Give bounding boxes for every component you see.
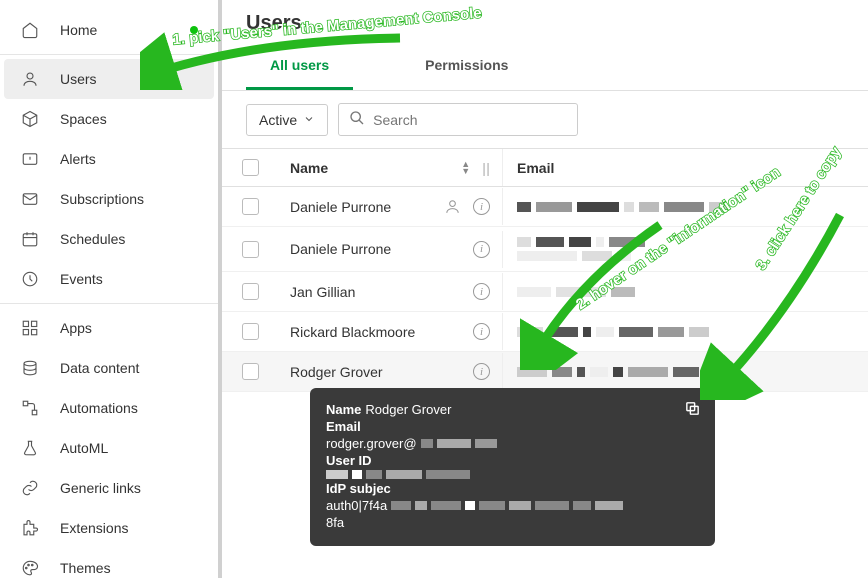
sidebar-item-label: Home bbox=[60, 22, 97, 38]
tooltip-name-value: Rodger Grover bbox=[365, 402, 451, 417]
tab-all-users[interactable]: All users bbox=[246, 43, 353, 90]
sidebar-item-spaces[interactable]: Spaces bbox=[4, 99, 214, 139]
sidebar-item-automl[interactable]: AutoML bbox=[4, 428, 214, 468]
table-row[interactable]: Daniele Purrone i bbox=[222, 227, 868, 272]
sidebar-item-label: Alerts bbox=[60, 151, 96, 167]
puzzle-icon bbox=[20, 518, 40, 538]
cube-icon bbox=[20, 109, 40, 129]
select-all-checkbox[interactable] bbox=[242, 159, 259, 176]
chevron-down-icon bbox=[303, 112, 315, 128]
sidebar-item-automations[interactable]: Automations bbox=[4, 388, 214, 428]
column-header-email[interactable]: Email bbox=[503, 149, 868, 186]
home-icon bbox=[20, 20, 40, 40]
row-checkbox[interactable] bbox=[242, 363, 259, 380]
table-row[interactable]: Rodger Grover i bbox=[222, 352, 868, 392]
email-cell bbox=[503, 227, 868, 271]
sidebar-item-data-content[interactable]: Data content bbox=[4, 348, 214, 388]
user-info-tooltip: Name Rodger Grover Email rodger.grover@ … bbox=[310, 388, 715, 546]
user-name: Daniele Purrone bbox=[290, 199, 391, 215]
toolbar: Active bbox=[222, 91, 868, 148]
sidebar-item-label: Automations bbox=[60, 400, 138, 416]
user-name: Jan Gillian bbox=[290, 284, 355, 300]
calendar-icon bbox=[20, 229, 40, 249]
row-checkbox[interactable] bbox=[242, 241, 259, 258]
email-cell bbox=[503, 317, 868, 347]
sidebar-item-events[interactable]: Events bbox=[4, 259, 214, 299]
info-icon[interactable]: i bbox=[473, 363, 490, 380]
tabs: All users Permissions bbox=[222, 43, 868, 91]
tooltip-idp-label: IdP subjec bbox=[326, 481, 391, 496]
info-icon[interactable]: i bbox=[473, 283, 490, 300]
sidebar-item-label: Apps bbox=[60, 320, 92, 336]
tooltip-name-label: Name bbox=[326, 402, 361, 417]
search-icon bbox=[349, 110, 365, 129]
sidebar: Home Users Spaces Alerts Subscriptions bbox=[0, 0, 222, 578]
tooltip-email-value: rodger.grover@ bbox=[326, 436, 417, 451]
sidebar-item-label: AutoML bbox=[60, 440, 108, 456]
sidebar-item-users[interactable]: Users bbox=[4, 59, 214, 99]
tab-permissions[interactable]: Permissions bbox=[401, 43, 532, 90]
user-name: Daniele Purrone bbox=[290, 241, 391, 257]
user-name: Rickard Blackmoore bbox=[290, 324, 415, 340]
users-table: Name ▲▼ || Email Daniele Purrone i Danie… bbox=[222, 148, 868, 392]
sidebar-item-subscriptions[interactable]: Subscriptions bbox=[4, 179, 214, 219]
sidebar-item-label: Data content bbox=[60, 360, 139, 376]
filter-label: Active bbox=[259, 112, 297, 128]
mail-icon bbox=[20, 189, 40, 209]
sidebar-item-label: Users bbox=[60, 71, 97, 87]
row-checkbox[interactable] bbox=[242, 323, 259, 340]
db-icon bbox=[20, 358, 40, 378]
sidebar-item-label: Extensions bbox=[60, 520, 128, 536]
link-icon bbox=[20, 478, 40, 498]
row-checkbox[interactable] bbox=[242, 283, 259, 300]
page-title: Users bbox=[222, 0, 868, 43]
flask-icon bbox=[20, 438, 40, 458]
sidebar-item-alerts[interactable]: Alerts bbox=[4, 139, 214, 179]
clock-icon bbox=[20, 269, 40, 289]
sidebar-item-label: Generic links bbox=[60, 480, 141, 496]
table-row[interactable]: Daniele Purrone i bbox=[222, 187, 868, 227]
sidebar-item-label: Spaces bbox=[60, 111, 107, 127]
tooltip-idp-value2: 8fa bbox=[326, 515, 344, 530]
column-header-name[interactable]: Name ▲▼ || bbox=[278, 149, 503, 186]
table-row[interactable]: Rickard Blackmoore i bbox=[222, 312, 868, 352]
copy-button[interactable] bbox=[684, 400, 701, 420]
sidebar-item-schedules[interactable]: Schedules bbox=[4, 219, 214, 259]
row-checkbox[interactable] bbox=[242, 198, 259, 215]
tooltip-idp-value: auth0|7f4a bbox=[326, 498, 387, 513]
user-name: Rodger Grover bbox=[290, 364, 383, 380]
user-icon bbox=[20, 69, 40, 89]
sort-icon: ▲▼ bbox=[461, 161, 470, 175]
email-cell bbox=[503, 192, 868, 222]
sidebar-item-label: Themes bbox=[60, 560, 111, 576]
person-icon bbox=[444, 198, 461, 215]
search-box[interactable] bbox=[338, 103, 578, 136]
sidebar-item-label: Events bbox=[60, 271, 103, 287]
sidebar-item-label: Subscriptions bbox=[60, 191, 144, 207]
sidebar-item-themes[interactable]: Themes bbox=[4, 548, 214, 578]
sidebar-item-home[interactable]: Home bbox=[4, 10, 214, 50]
alert-icon bbox=[20, 149, 40, 169]
grid-icon bbox=[20, 318, 40, 338]
search-input[interactable] bbox=[373, 112, 567, 128]
info-icon[interactable]: i bbox=[473, 323, 490, 340]
table-row[interactable]: Jan Gillian i bbox=[222, 272, 868, 312]
tooltip-email-label: Email bbox=[326, 419, 361, 434]
email-cell bbox=[503, 277, 868, 307]
table-header: Name ▲▼ || Email bbox=[222, 149, 868, 187]
sidebar-item-extensions[interactable]: Extensions bbox=[4, 508, 214, 548]
sidebar-item-apps[interactable]: Apps bbox=[4, 308, 214, 348]
sidebar-item-generic-links[interactable]: Generic links bbox=[4, 468, 214, 508]
flow-icon bbox=[20, 398, 40, 418]
palette-icon bbox=[20, 558, 40, 578]
info-icon[interactable]: i bbox=[473, 198, 490, 215]
status-dot-icon bbox=[190, 26, 198, 34]
info-icon[interactable]: i bbox=[473, 241, 490, 258]
tooltip-userid-label: User ID bbox=[326, 453, 372, 468]
sidebar-item-label: Schedules bbox=[60, 231, 125, 247]
filter-dropdown[interactable]: Active bbox=[246, 104, 328, 136]
email-cell bbox=[503, 357, 868, 387]
